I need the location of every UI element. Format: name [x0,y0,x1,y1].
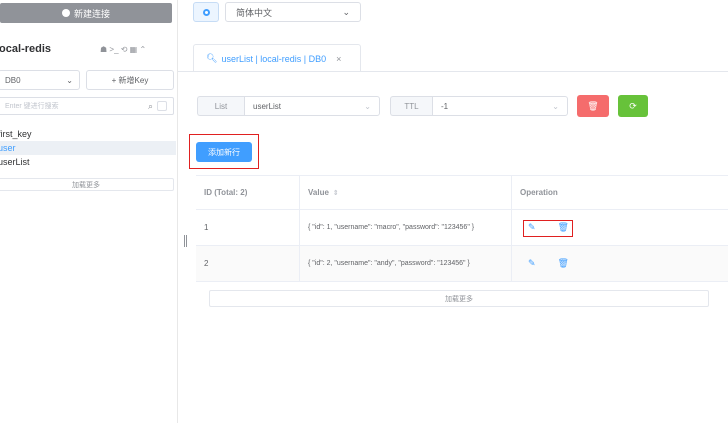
row-operations: ✎ 🗑 [512,246,728,281]
row-id: 1 [196,210,300,245]
header-value[interactable]: Value ⇕ [300,176,512,209]
list-table: ID (Total: 2) Value ⇕ Operation 1 { "id"… [196,175,728,282]
language-select[interactable]: 简体中文 ⌄ [225,2,361,22]
chevron-down-icon: ⌄ [66,75,73,85]
new-key-button[interactable]: + 新增Key [86,70,174,90]
header-id: ID (Total: 2) [196,176,300,209]
search-icon[interactable]: ⌕ [148,101,153,112]
tab-divider [178,71,728,72]
new-connection-button[interactable]: 新建连接 [0,3,172,23]
key-icon: 🔍︎ [206,53,218,63]
db-select[interactable]: DB0 ⌄ [0,70,80,90]
key-name-input[interactable]: userList ⌄ [244,96,380,116]
delete-key-button[interactable]: 🗑 [577,95,609,117]
table-row: 1 { "id": 1, "username": "macro", "passw… [196,210,728,246]
trash-icon: 🗑 [587,100,599,111]
chevron-down-icon: ⌄ [552,101,559,111]
table-load-more-button[interactable]: 加载更多 [209,290,709,307]
refresh-icon: ⟳ [629,100,637,111]
search-placeholder: Enter 键进行搜索 [5,103,59,110]
add-new-row-button[interactable]: 添加新行 [196,142,252,162]
trash-icon[interactable]: 🗑 [558,258,569,269]
chevron-down-icon: ⌄ [364,101,371,111]
edit-icon[interactable]: ✎ [528,258,536,269]
table-header: ID (Total: 2) Value ⇕ Operation [196,175,728,210]
ttl-label: TTL [390,96,432,116]
language-toggle-button[interactable] [193,2,219,22]
row-id: 2 [196,246,300,281]
key-type-label: List [197,96,244,116]
chevron-down-icon: ⌄ [342,6,350,17]
sidebar: 新建连接 local-redis ☗ >_ ⟲ ▦ ⌃ DB0 ⌄ + 新增Ke… [0,0,178,423]
db-select-value: DB0 [5,75,21,85]
row-value: { "id": 2, "username": "andy", "password… [300,246,512,281]
header-value-label: Value [308,188,329,197]
header-operation: Operation [520,188,558,197]
key-item-first-key[interactable]: first_key [0,127,176,141]
new-connection-label: 新建连接 [73,8,110,19]
ttl-value: -1 [441,101,449,111]
exact-search-checkbox[interactable] [157,101,167,111]
refresh-key-button[interactable]: ⟳ [618,95,648,117]
row-value: { "id": 1, "username": "macro", "passwor… [300,210,512,245]
table-row: 2 { "id": 2, "username": "andy", "passwo… [196,246,728,282]
key-search-input[interactable]: Enter 键进行搜索 ⌕ [0,97,174,115]
key-item-userlist[interactable]: userList [0,155,176,169]
close-icon[interactable]: × [336,54,341,64]
tab-label: userList | local-redis | DB0 [221,53,327,64]
highlight-operations [523,220,573,237]
connection-toolbar-icons[interactable]: ☗ >_ ⟲ ▦ ⌃ [100,45,146,54]
ttl-input[interactable]: -1 ⌄ [432,96,568,116]
key-name-value: userList [253,101,282,111]
sort-icon[interactable]: ⇕ [333,189,339,197]
plus-circle-icon [61,9,70,17]
key-list: first_key user userList [0,127,176,169]
tab-userlist[interactable]: 🔍︎ userList | local-redis | DB0 × [193,44,361,72]
connection-name[interactable]: local-redis [0,43,51,55]
sidebar-load-more-button[interactable]: 加载更多 [0,178,174,191]
key-item-user[interactable]: user [0,141,176,155]
radio-icon [202,8,210,16]
sidebar-resize-handle[interactable] [184,235,187,247]
language-value: 简体中文 [236,7,273,18]
